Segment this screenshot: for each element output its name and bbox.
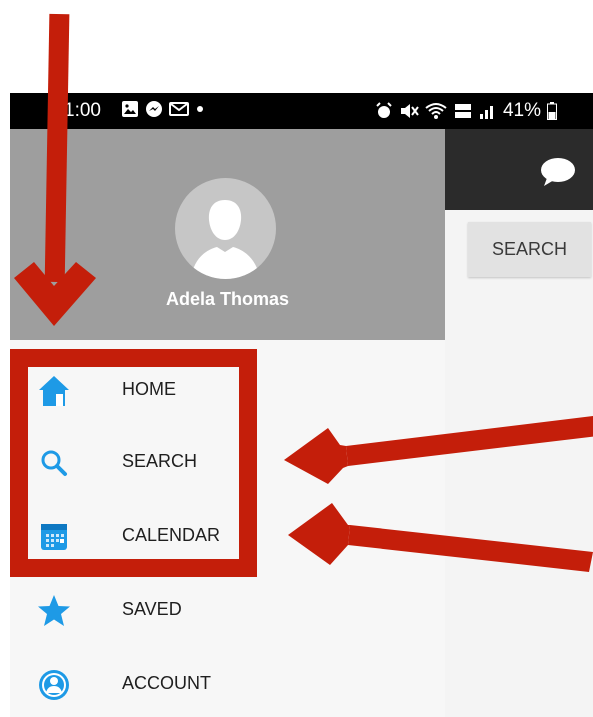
app-content — [445, 210, 593, 717]
drawer-header: Adela Thomas — [10, 129, 445, 340]
alarm-icon — [376, 102, 392, 118]
chat-icon[interactable] — [539, 155, 577, 189]
annotation-highlight-box — [10, 349, 257, 577]
gmail-icon — [169, 102, 189, 116]
status-time: 1:00 — [64, 100, 101, 121]
battery-percent: 41% — [502, 100, 541, 121]
screenshot: 1:00 41% SEARCH Adela Thomas HOME SEARCH… — [0, 0, 593, 717]
wifi-icon — [425, 103, 447, 119]
account-icon — [36, 667, 72, 703]
search-tab-button[interactable]: SEARCH — [468, 222, 591, 277]
signal-icon — [479, 106, 493, 119]
menu-item-account[interactable]: ACCOUNT — [10, 649, 445, 717]
messenger-icon — [146, 101, 162, 117]
notification-icons — [121, 100, 205, 118]
gallery-icon — [122, 101, 138, 117]
volte-icon — [454, 104, 471, 118]
star-icon — [36, 593, 72, 629]
menu-item-label: SAVED — [122, 599, 182, 619]
mute-icon — [400, 104, 419, 118]
person-silhouette-icon — [191, 200, 260, 279]
status-bar: 1:00 41% — [10, 93, 593, 129]
user-name: Adela Thomas — [165, 289, 290, 309]
avatar[interactable] — [175, 178, 276, 279]
menu-item-label: ACCOUNT — [122, 673, 211, 693]
dot-icon — [197, 106, 203, 112]
battery-icon — [547, 102, 557, 120]
system-icons: 41% — [375, 100, 557, 122]
menu-item-saved[interactable]: SAVED — [10, 575, 445, 647]
